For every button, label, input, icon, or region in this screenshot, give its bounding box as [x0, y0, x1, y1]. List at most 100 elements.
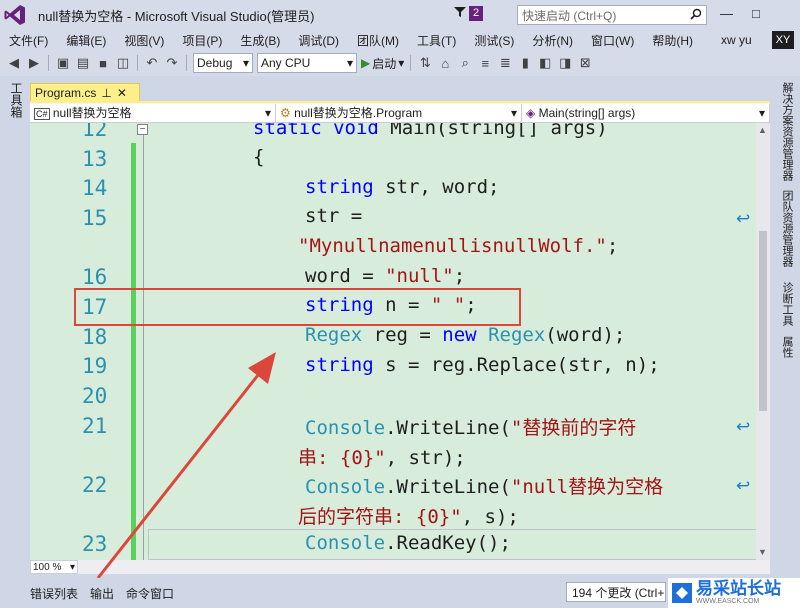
code-token: 串: {0}"	[298, 447, 386, 469]
uncomment-icon[interactable]: ≣	[497, 55, 513, 71]
line-number-gutter: 12 13 14 15 16 17 18 19 20 21 22 23	[30, 123, 114, 560]
toolbar-separator	[410, 55, 412, 71]
line-number: 23	[82, 532, 108, 556]
scroll-up-icon[interactable]: ▲	[758, 125, 767, 135]
window-title: null替换为空格 - Microsoft Visual Studio(管理员)	[38, 8, 315, 24]
minimize-button[interactable]: —	[720, 6, 733, 21]
scroll-down-icon[interactable]: ▼	[758, 547, 767, 557]
undo-icon[interactable]: ↶	[144, 55, 160, 71]
code-token: 后的字符串: {0}"	[298, 506, 462, 528]
user-name[interactable]: xw yu	[721, 33, 752, 47]
annotation-highlight-box	[74, 288, 521, 326]
editor-status-row: 100 % ▾	[30, 560, 770, 574]
code-token: Regex	[488, 324, 546, 346]
code-token: Console	[305, 476, 386, 498]
code-token: .WriteLine(	[385, 476, 511, 498]
menu-help[interactable]: 帮助(H)	[643, 32, 702, 49]
maximize-button[interactable]: □	[752, 6, 760, 21]
code-line-12: static void Main(string[] args)	[253, 123, 608, 139]
code-line-21: Console.WriteLine("替换前的字符	[305, 413, 636, 440]
visual-studio-logo-icon	[0, 0, 30, 30]
forward-icon[interactable]: ▶	[26, 55, 42, 71]
project-dropdown[interactable]: C# null替换为空格 ▾	[30, 103, 276, 122]
collapse-icon[interactable]: −	[137, 124, 148, 135]
code-token: s = reg.Replace(str, n);	[385, 354, 660, 376]
watermark-text: 易采站长站 WWW.EASCK.COM	[696, 580, 781, 606]
tab-team-explorer[interactable]: 团队资源管理器	[779, 190, 795, 267]
code-token: "替换前的字符	[510, 417, 637, 439]
menu-build[interactable]: 生成(B)	[231, 32, 289, 49]
filter-icon	[454, 6, 466, 21]
new-project-icon[interactable]: ▣	[55, 55, 71, 71]
platform-select[interactable]: Any CPU ▾	[257, 53, 357, 73]
menu-analyze[interactable]: 分析(N)	[523, 32, 582, 49]
open-file-icon[interactable]: ▤	[75, 55, 91, 71]
tab-solution-explorer[interactable]: 解决方案资源管理器	[779, 82, 795, 181]
menu-edit[interactable]: 编辑(E)	[57, 32, 115, 49]
back-icon[interactable]: ◀	[6, 55, 22, 71]
menu-project[interactable]: 项目(P)	[173, 32, 231, 49]
code-token: string	[305, 354, 374, 376]
save-all-icon[interactable]: ◫	[115, 55, 131, 71]
pin-icon[interactable]: ⊥	[101, 86, 111, 100]
outlining-line	[143, 131, 144, 560]
zoom-select[interactable]: 100 % ▾	[30, 560, 78, 574]
code-token: , str);	[385, 447, 466, 469]
csharp-project-icon: C#	[34, 108, 50, 120]
tab-diagnostic-tools[interactable]: 诊断工具	[779, 282, 795, 326]
avatar[interactable]: XY	[772, 31, 794, 49]
tab-error-list[interactable]: 错误列表	[30, 585, 78, 602]
chevron-down-icon: ▾	[510, 105, 517, 120]
code-line-22: Console.WriteLine("null替换为空格	[305, 472, 663, 499]
toolbox-tab[interactable]: 工具箱	[8, 82, 25, 118]
code-token: string	[305, 176, 374, 198]
tab-properties[interactable]: 属性	[779, 336, 795, 358]
next-bookmark-icon[interactable]: ◨	[557, 55, 573, 71]
menu-debug[interactable]: 调试(D)	[289, 32, 348, 49]
code-token: str, word;	[385, 176, 500, 198]
menu-team[interactable]: 团队(M)	[348, 32, 408, 49]
project-name: null替换为空格	[52, 106, 132, 120]
close-icon[interactable]: ✕	[117, 86, 127, 100]
redo-icon[interactable]: ↷	[164, 55, 180, 71]
browser-link-icon[interactable]: ⇅	[417, 55, 433, 71]
code-token: .WriteLine(	[385, 417, 511, 439]
clear-bookmarks-icon[interactable]: ⊠	[577, 55, 593, 71]
menu-test[interactable]: 测试(S)	[465, 32, 523, 49]
menu-window[interactable]: 窗口(W)	[582, 32, 643, 49]
line-number: 20	[82, 384, 108, 408]
menu-view[interactable]: 视图(V)	[115, 32, 173, 49]
tab-output[interactable]: 输出	[90, 585, 114, 602]
solution-config-select[interactable]: Debug ▾	[193, 53, 253, 73]
member-dropdown[interactable]: ◈ Main(string[] args) ▾	[522, 103, 770, 122]
class-icon: ⚙	[280, 106, 291, 120]
solution-config-value: Debug	[197, 56, 233, 70]
bookmark-icon[interactable]: ▮	[517, 55, 533, 71]
play-icon: ▶	[361, 56, 371, 70]
document-tab-program-cs[interactable]: Program.cs ⊥ ✕	[30, 83, 140, 102]
menu-file[interactable]: 文件(F)	[0, 32, 57, 49]
menu-tools[interactable]: 工具(T)	[408, 32, 465, 49]
save-icon[interactable]: ■	[95, 56, 111, 71]
start-button[interactable]: ▶ 启动 ▾	[361, 55, 404, 72]
quick-launch-input[interactable]: 快速启动 (Ctrl+Q)	[517, 5, 707, 25]
pending-changes-indicator[interactable]: 194 个更改 (Ctrl+	[566, 582, 666, 602]
code-token: "MynullnamenullisnullWolf."	[298, 235, 607, 257]
vertical-scrollbar[interactable]: ▲ ▼	[756, 123, 770, 560]
left-tool-strip: 工具箱	[0, 78, 26, 578]
watermark-logo-icon	[672, 583, 692, 603]
solution-explorer-icon[interactable]: ⌂	[437, 56, 453, 71]
scrollbar-thumb[interactable]	[759, 231, 767, 411]
prev-bookmark-icon[interactable]: ◧	[537, 55, 553, 71]
notification-badge[interactable]: 2	[469, 6, 484, 21]
document-tab-label: Program.cs	[35, 85, 97, 100]
tab-command-window[interactable]: 命令窗口	[126, 585, 174, 602]
find-icon[interactable]: ⌕	[457, 55, 473, 71]
line-number: 15	[82, 206, 108, 230]
notifications[interactable]: 2	[454, 6, 484, 21]
class-dropdown[interactable]: ⚙ null替换为空格.Program ▾	[276, 103, 522, 122]
line-number: 14	[82, 176, 108, 200]
comment-icon[interactable]: ≡	[477, 56, 493, 71]
project-dropdown-content: C# null替换为空格	[34, 104, 132, 121]
code-editor[interactable]: 12 13 14 15 16 17 18 19 20 21 22 23 − st…	[30, 123, 766, 560]
